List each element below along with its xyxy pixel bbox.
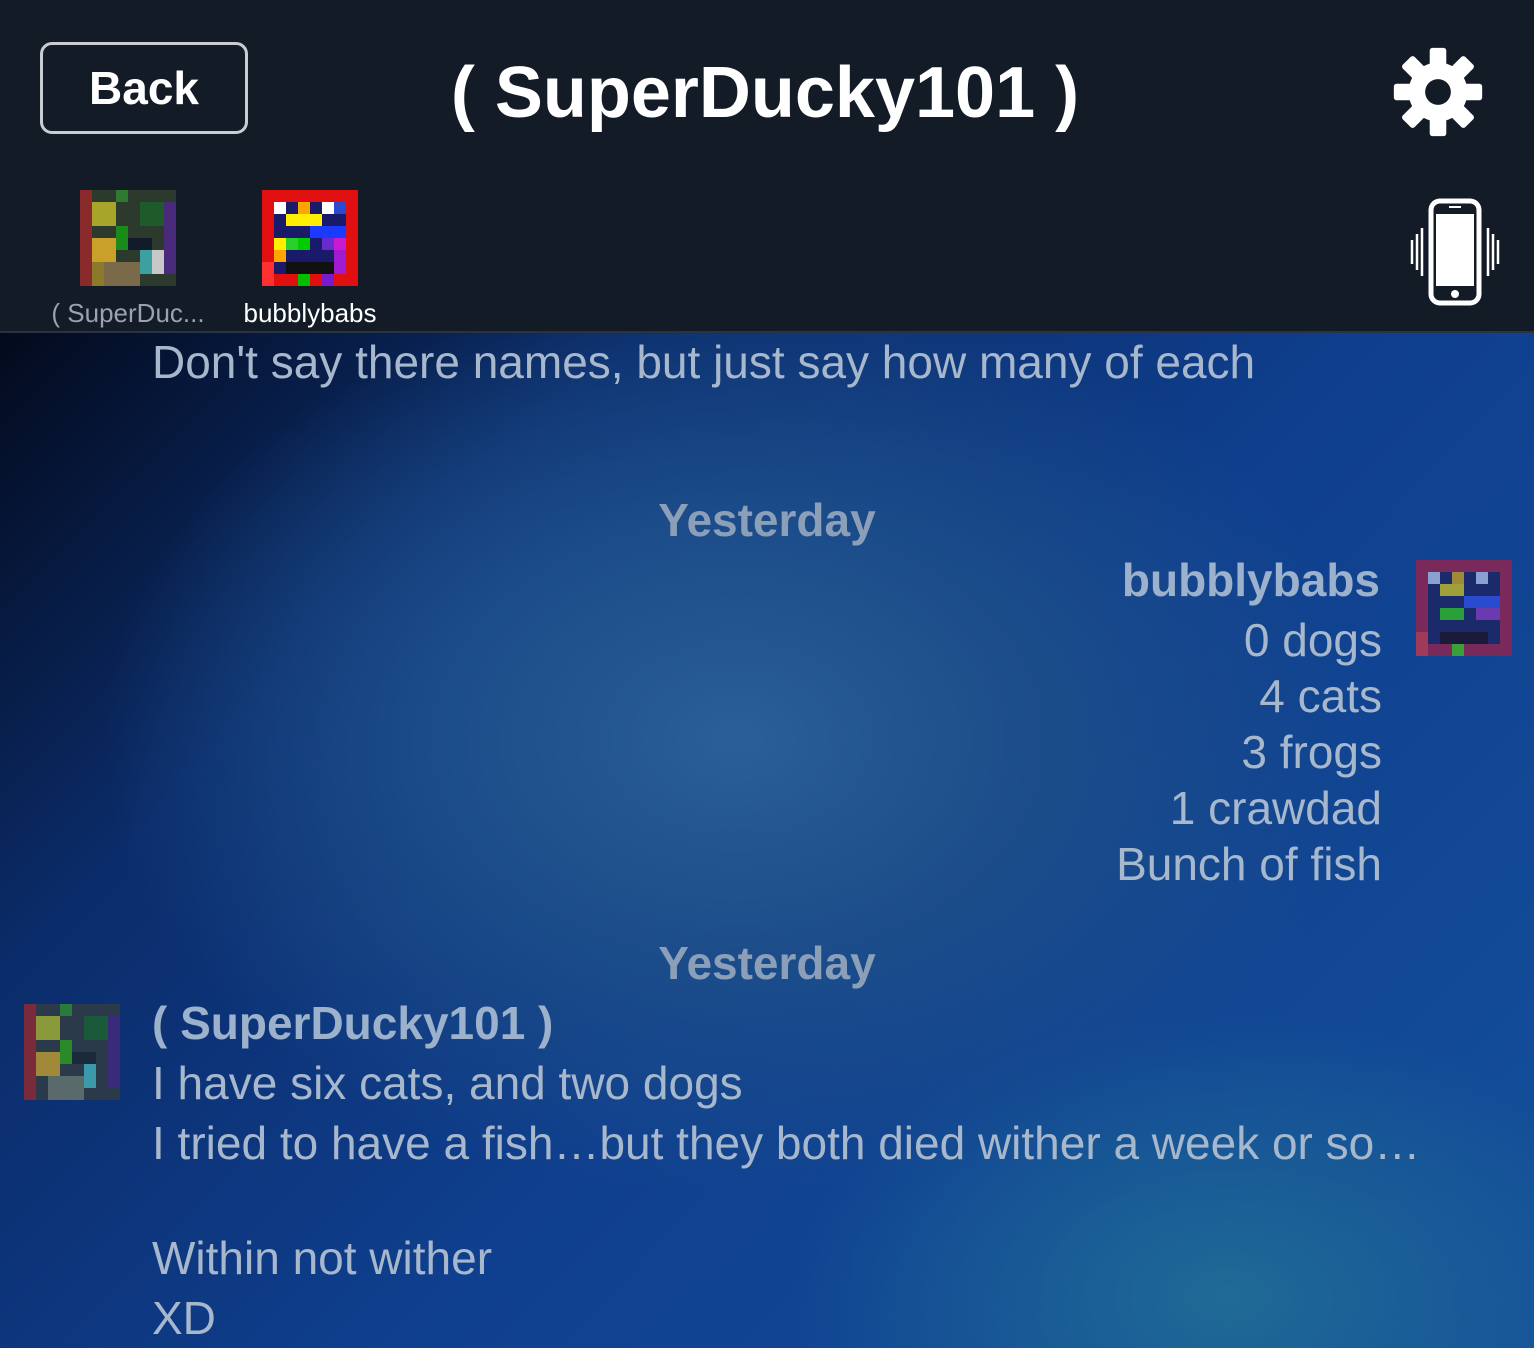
message-text: 3 frogs — [1241, 726, 1382, 778]
participant-name: ( SuperDuc... — [51, 298, 205, 328]
participant-bubblybabs[interactable]: bubblybabs — [220, 190, 400, 329]
participant-name: bubblybabs — [243, 298, 377, 328]
pixel-avatar-rainbow — [262, 190, 358, 286]
message-text: 1 crawdad — [1169, 782, 1382, 834]
date-separator: Yesterday — [658, 494, 876, 546]
message-text: I tried to have a fish…but they both die… — [152, 1117, 1421, 1169]
gear-icon[interactable] — [1392, 46, 1484, 138]
message-text: Within not wither — [152, 1232, 493, 1284]
pixel-avatar-rainbow — [1416, 560, 1512, 656]
message-text: Bunch of fish — [1116, 838, 1382, 890]
message-sender: ( SuperDucky101 ) — [152, 997, 554, 1049]
phone-vibrate-icon[interactable] — [1408, 198, 1502, 306]
message-text: 0 dogs — [1243, 614, 1382, 666]
back-button[interactable]: Back — [40, 42, 248, 134]
participant-superducky[interactable]: ( SuperDuc... — [38, 190, 218, 329]
pixel-avatar-green — [80, 190, 176, 286]
message-text: 4 cats — [1259, 670, 1382, 722]
date-separator: Yesterday — [658, 937, 876, 989]
pixel-avatar-green — [24, 1004, 120, 1100]
top-bar: Back ( SuperDucky101 ) (SuperDuc... bub… — [0, 0, 1534, 333]
message-text: I have six cats, and two dogs — [152, 1057, 743, 1109]
conversation-title: ( SuperDucky101 ) — [450, 53, 1080, 133]
message-text: XD — [152, 1292, 216, 1344]
chat-area[interactable]: Don't say there names, but just say how … — [0, 333, 1534, 1348]
message-sender: bubblybabs — [1121, 554, 1380, 606]
message-text: Don't say there names, but just say how … — [152, 336, 1256, 388]
